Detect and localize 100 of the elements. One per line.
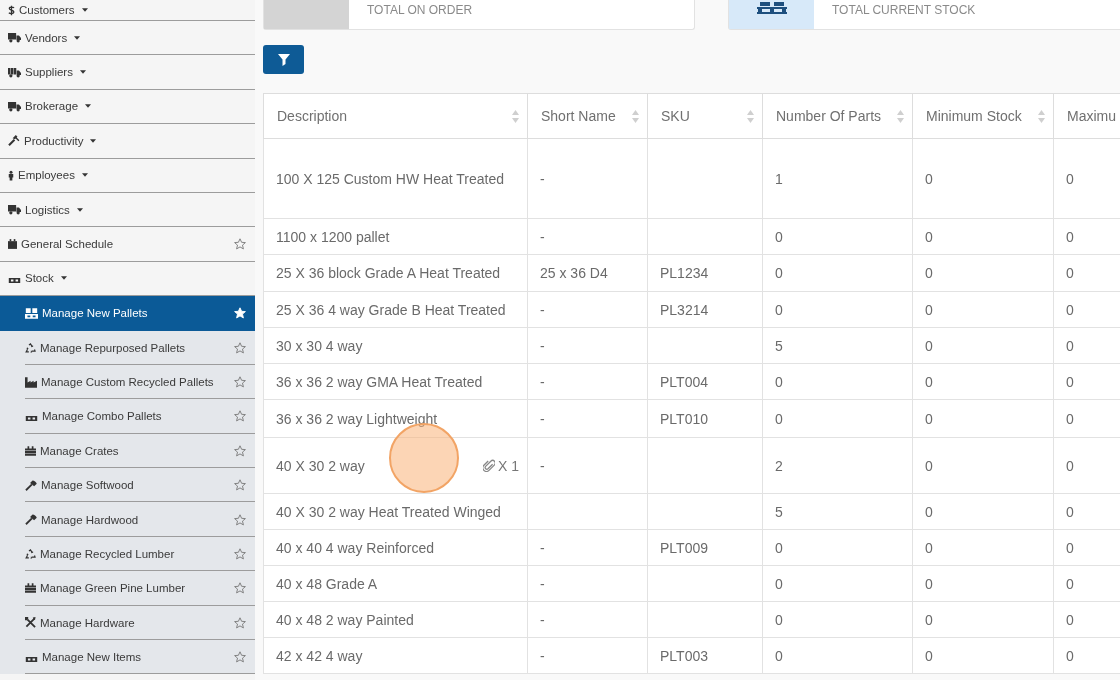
table-cell: PLT009 bbox=[647, 529, 763, 566]
sidebar-item[interactable]: Productivity bbox=[0, 124, 255, 159]
column-header[interactable]: Short Name bbox=[527, 93, 648, 139]
table-cell: 0 bbox=[912, 291, 1054, 328]
star-icon[interactable] bbox=[234, 376, 246, 389]
table-cell: - bbox=[527, 218, 648, 255]
table-cell: 0 bbox=[912, 529, 1054, 566]
caret-icon bbox=[81, 173, 88, 178]
table-cell: 1100 x 1200 pallet bbox=[263, 218, 528, 255]
truck-icon bbox=[8, 100, 21, 112]
star-icon[interactable] bbox=[234, 341, 246, 354]
table-cell: 0 bbox=[762, 218, 913, 255]
star-icon[interactable] bbox=[234, 238, 246, 251]
column-header[interactable]: Minimum Stock bbox=[912, 93, 1054, 139]
filter-icon bbox=[277, 53, 290, 66]
caret-icon bbox=[74, 35, 81, 40]
star-icon[interactable] bbox=[234, 479, 246, 492]
table-cell: 0 bbox=[762, 399, 913, 438]
column-header[interactable]: Number Of Parts bbox=[762, 93, 913, 139]
paperclip-icon bbox=[483, 459, 495, 472]
star-icon[interactable] bbox=[234, 444, 246, 457]
star-icon[interactable] bbox=[234, 616, 246, 629]
dollar-icon bbox=[8, 4, 15, 16]
crate-icon bbox=[25, 583, 36, 594]
truck-icon bbox=[8, 66, 21, 78]
table-cell: PLT010 bbox=[647, 399, 763, 438]
truck-icon bbox=[8, 32, 21, 44]
calendar-icon bbox=[8, 239, 17, 250]
table-cell: - bbox=[527, 437, 648, 494]
boxes-on-pallet-icon bbox=[25, 307, 38, 319]
stat-label: TOTAL ON ORDER bbox=[366, 2, 473, 17]
column-header[interactable]: Maximu bbox=[1053, 93, 1120, 139]
table-cell: 0 bbox=[762, 565, 913, 602]
attachment-link[interactable]: X 1 bbox=[483, 457, 519, 474]
table-cell: 36 x 36 2 way GMA Heat Treated bbox=[263, 363, 528, 400]
boxes-on-pallet-icon bbox=[756, 2, 787, 14]
table-cell: - bbox=[527, 363, 648, 400]
star-icon[interactable] bbox=[234, 513, 246, 526]
pallet-icon bbox=[25, 657, 38, 663]
table-cell: - bbox=[527, 138, 648, 219]
caret-icon bbox=[60, 276, 67, 281]
column-header[interactable]: SKU bbox=[647, 93, 763, 139]
table-cell: 0 bbox=[912, 218, 1054, 255]
table-cell: 25 x 36 D4 bbox=[527, 254, 648, 292]
table-cell: 0 bbox=[762, 637, 913, 674]
table-cell: 0 bbox=[912, 138, 1054, 219]
recycle-icon bbox=[25, 549, 36, 560]
table-cell: 1 bbox=[762, 138, 913, 219]
sort-icon bbox=[897, 109, 904, 123]
axe-icon bbox=[25, 514, 37, 526]
description-text: 40 X 30 2 way bbox=[276, 457, 365, 474]
sidebar-item[interactable]: General Schedule bbox=[0, 227, 255, 262]
stat-label: TOTAL CURRENT STOCK bbox=[831, 2, 976, 17]
caret-icon bbox=[79, 70, 86, 75]
table-cell: 0 bbox=[912, 254, 1054, 292]
star-icon[interactable] bbox=[234, 410, 246, 423]
table-cell: - bbox=[527, 291, 648, 328]
table-cell: 30 x 30 4 way bbox=[263, 327, 528, 364]
table-cell: 0 bbox=[912, 437, 1054, 494]
recycle-icon bbox=[25, 342, 36, 353]
table-cell: 0 bbox=[762, 601, 913, 638]
table-cell: 0 bbox=[912, 601, 1054, 638]
table-cell: 5 bbox=[762, 493, 913, 530]
sort-icon bbox=[747, 109, 754, 123]
table-cell: 40 X 30 2 way Heat Treated Winged bbox=[263, 493, 528, 530]
sidebar-item[interactable]: Employees bbox=[0, 158, 255, 193]
table-cell: 5 bbox=[762, 327, 913, 364]
sort-icon bbox=[632, 109, 639, 123]
column-header[interactable]: Description bbox=[263, 93, 528, 139]
table-cell: - bbox=[527, 529, 648, 566]
table-cell: - bbox=[527, 399, 648, 438]
table-cell: 40 x 48 Grade A bbox=[263, 565, 528, 602]
crossed-tools-icon bbox=[25, 617, 36, 629]
table-cell: PLT004 bbox=[647, 363, 763, 400]
table-cell: 0 bbox=[912, 327, 1054, 364]
table-cell: 25 X 36 block Grade A Heat Treated bbox=[263, 254, 528, 292]
table-cell: - bbox=[527, 565, 648, 602]
star-icon[interactable] bbox=[234, 582, 246, 595]
table-cell: 42 x 42 4 way bbox=[263, 637, 528, 674]
table-cell: 25 X 36 4 way Grade B Heat Treated bbox=[263, 291, 528, 328]
sidebar-item[interactable]: Suppliers bbox=[0, 55, 255, 90]
table-cell: 40 x 48 2 way Painted bbox=[263, 601, 528, 638]
star-icon[interactable] bbox=[234, 651, 246, 664]
sidebar-item[interactable]: Logistics bbox=[0, 192, 255, 228]
table-cell: 0 bbox=[762, 363, 913, 400]
table-cell: 0 bbox=[912, 493, 1054, 530]
crate-icon bbox=[25, 445, 36, 456]
caret-icon bbox=[85, 104, 92, 109]
table-cell: 0 bbox=[912, 565, 1054, 602]
table-cell: - bbox=[527, 327, 648, 364]
filter-button[interactable] bbox=[263, 45, 304, 74]
sidebar-subitem[interactable]: Manage New Pallets bbox=[0, 296, 255, 331]
table-cell: 2 bbox=[762, 437, 913, 494]
sidebar-item[interactable]: Customers bbox=[0, 0, 255, 21]
sidebar-item[interactable]: Brokerage bbox=[0, 89, 255, 125]
star-icon[interactable] bbox=[234, 548, 246, 561]
table-cell: PL3214 bbox=[647, 291, 763, 328]
sidebar-item[interactable]: Vendors bbox=[0, 21, 255, 56]
table-cell: 0 bbox=[762, 254, 913, 292]
truck-icon bbox=[8, 204, 21, 216]
